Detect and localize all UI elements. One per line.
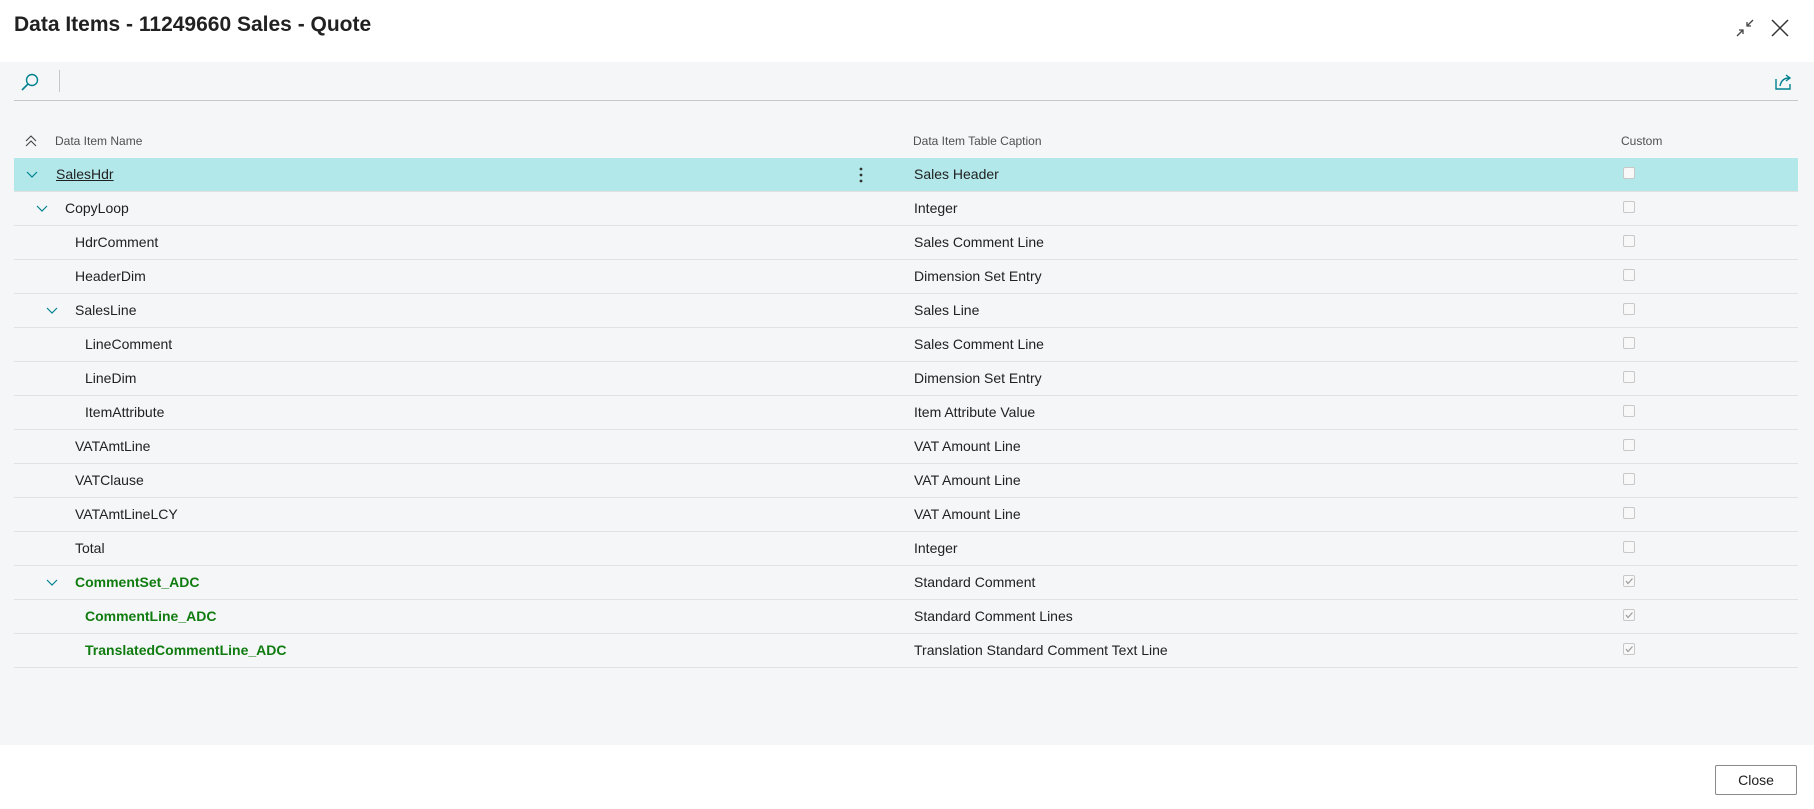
data-item-caption: Sales Line bbox=[914, 302, 980, 318]
data-item-caption: Sales Header bbox=[914, 166, 999, 182]
search-icon[interactable] bbox=[18, 71, 42, 95]
custom-checkbox[interactable] bbox=[1623, 269, 1635, 281]
table-row[interactable]: VATAmtLine VAT Amount Line bbox=[14, 430, 1798, 464]
column-header-name[interactable]: Data Item Name bbox=[55, 134, 142, 148]
column-header-caption[interactable]: Data Item Table Caption bbox=[913, 134, 1042, 148]
custom-checkbox[interactable] bbox=[1623, 609, 1635, 621]
data-item-caption: Standard Comment bbox=[914, 574, 1036, 590]
table-row[interactable]: CommentSet_ADC Standard Comment bbox=[14, 566, 1798, 600]
custom-checkbox[interactable] bbox=[1623, 167, 1635, 179]
table-row[interactable]: LineComment Sales Comment Line bbox=[14, 328, 1798, 362]
table-row[interactable]: HdrComment Sales Comment Line bbox=[14, 226, 1798, 260]
custom-checkbox[interactable] bbox=[1623, 371, 1635, 383]
dialog-footer: Close bbox=[0, 745, 1814, 809]
grid-header: Data Item Name Data Item Table Caption C… bbox=[14, 124, 1798, 158]
custom-checkbox[interactable] bbox=[1623, 235, 1635, 247]
chevron-down-icon[interactable] bbox=[36, 202, 48, 214]
share-icon[interactable] bbox=[1772, 70, 1796, 94]
custom-checkbox[interactable] bbox=[1623, 541, 1635, 553]
data-item-name: SalesLine bbox=[75, 302, 137, 318]
dialog-header: Data Items - 11249660 Sales - Quote bbox=[0, 0, 1814, 62]
custom-checkbox[interactable] bbox=[1623, 201, 1635, 213]
table-row[interactable]: SalesLine Sales Line bbox=[14, 294, 1798, 328]
data-item-name: VATAmtLineLCY bbox=[75, 506, 178, 522]
data-item-name: VATAmtLine bbox=[75, 438, 151, 454]
data-item-name: Total bbox=[75, 540, 105, 556]
data-item-caption: Sales Comment Line bbox=[914, 336, 1044, 352]
data-item-name: LineDim bbox=[85, 370, 137, 386]
data-item-caption: Dimension Set Entry bbox=[914, 370, 1042, 386]
close-button[interactable]: Close bbox=[1715, 765, 1797, 795]
table-row[interactable]: TranslatedCommentLine_ADC Translation St… bbox=[14, 634, 1798, 668]
table-row[interactable]: SalesHdr Sales Header bbox=[14, 158, 1798, 192]
column-header-custom[interactable]: Custom bbox=[1621, 134, 1662, 148]
data-item-caption: VAT Amount Line bbox=[914, 438, 1021, 454]
data-item-caption: Item Attribute Value bbox=[914, 404, 1036, 420]
chevron-down-icon[interactable] bbox=[46, 304, 58, 316]
data-item-name: LineComment bbox=[85, 336, 173, 352]
data-item-name: CommentLine_ADC bbox=[85, 608, 217, 624]
custom-checkbox[interactable] bbox=[1623, 405, 1635, 417]
table-row[interactable]: HeaderDim Dimension Set Entry bbox=[14, 260, 1798, 294]
more-options-icon[interactable] bbox=[854, 165, 868, 185]
data-item-caption: Dimension Set Entry bbox=[914, 268, 1042, 284]
data-item-name: ItemAttribute bbox=[85, 404, 165, 420]
toolbar-separator bbox=[59, 70, 60, 92]
custom-checkbox[interactable] bbox=[1623, 575, 1635, 587]
table-row[interactable]: ItemAttribute Item Attribute Value bbox=[14, 396, 1798, 430]
toolbar bbox=[14, 62, 1798, 101]
table-row[interactable]: CopyLoop Integer bbox=[14, 192, 1798, 226]
custom-checkbox[interactable] bbox=[1623, 337, 1635, 349]
table-row[interactable]: VATAmtLineLCY VAT Amount Line bbox=[14, 498, 1798, 532]
data-item-name[interactable]: SalesHdr bbox=[56, 166, 114, 182]
custom-checkbox[interactable] bbox=[1623, 643, 1635, 655]
data-item-caption: Translation Standard Comment Text Line bbox=[914, 642, 1168, 658]
custom-checkbox[interactable] bbox=[1623, 473, 1635, 485]
data-item-name: TranslatedCommentLine_ADC bbox=[85, 642, 287, 658]
data-item-name: CommentSet_ADC bbox=[75, 574, 200, 590]
table-row[interactable]: VATClause VAT Amount Line bbox=[14, 464, 1798, 498]
close-icon[interactable] bbox=[1766, 14, 1794, 42]
data-item-caption: VAT Amount Line bbox=[914, 506, 1021, 522]
collapse-arrows-icon[interactable] bbox=[1731, 14, 1759, 42]
data-items-grid: Data Item Name Data Item Table Caption C… bbox=[14, 124, 1798, 668]
chevron-down-icon[interactable] bbox=[26, 168, 38, 180]
data-item-caption: VAT Amount Line bbox=[914, 472, 1021, 488]
data-item-caption: Sales Comment Line bbox=[914, 234, 1044, 250]
data-item-name: HdrComment bbox=[75, 234, 159, 250]
data-item-caption: Standard Comment Lines bbox=[914, 608, 1073, 624]
data-item-caption: Integer bbox=[914, 200, 958, 216]
custom-checkbox[interactable] bbox=[1623, 439, 1635, 451]
data-item-name: CopyLoop bbox=[65, 200, 129, 216]
dialog-title: Data Items - 11249660 Sales - Quote bbox=[14, 13, 372, 36]
data-item-name: VATClause bbox=[75, 472, 144, 488]
custom-checkbox[interactable] bbox=[1623, 507, 1635, 519]
content-area: Data Item Name Data Item Table Caption C… bbox=[0, 62, 1814, 745]
chevron-down-icon[interactable] bbox=[46, 576, 58, 588]
data-item-caption: Integer bbox=[914, 540, 958, 556]
data-item-name: HeaderDim bbox=[75, 268, 146, 284]
table-row[interactable]: LineDim Dimension Set Entry bbox=[14, 362, 1798, 396]
table-row[interactable]: CommentLine_ADC Standard Comment Lines bbox=[14, 600, 1798, 634]
custom-checkbox[interactable] bbox=[1623, 303, 1635, 315]
table-row[interactable]: Total Integer bbox=[14, 532, 1798, 566]
collapse-all-icon[interactable] bbox=[24, 134, 38, 148]
